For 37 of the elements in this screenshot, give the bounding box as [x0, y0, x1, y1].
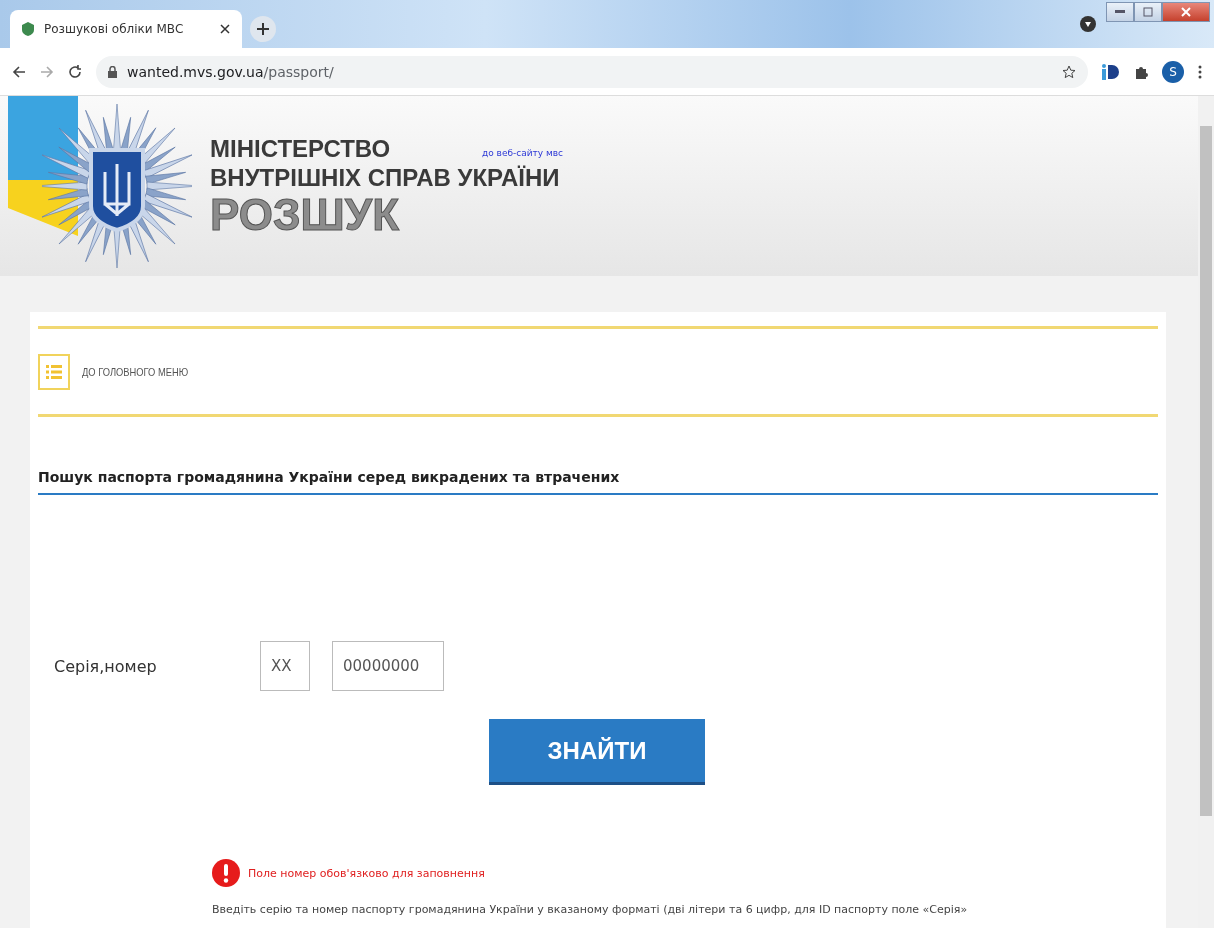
extension-icon[interactable]	[1102, 63, 1120, 80]
plus-icon	[257, 23, 269, 35]
puzzle-icon[interactable]	[1134, 64, 1148, 79]
back-icon[interactable]	[12, 64, 26, 79]
series-input[interactable]: XX	[260, 641, 310, 691]
profile-avatar[interactable]: S	[1162, 60, 1184, 83]
minimize-icon	[1115, 10, 1125, 14]
minimize-button[interactable]	[1106, 2, 1134, 22]
hint-text: Введіть серію та номер паспорту громадянина України у вказаному форматі (дві літери та 6 цифр, для ID паспорту поле «Серія»	[212, 903, 969, 916]
address-bar[interactable]: wanted.mvs.gov.ua/passport/	[96, 55, 1088, 88]
close-icon	[1181, 7, 1191, 17]
find-button[interactable]: ЗНАЙТИ	[489, 719, 705, 785]
ministry-title: ВНУТРІШНІХ СПРАВ УКРАЇНИ	[210, 164, 560, 193]
tab-title: Розшукові обліки МВС	[44, 22, 185, 36]
series-number-label: Серія,номер	[54, 656, 158, 676]
menu-icon[interactable]	[1198, 64, 1202, 79]
browser-tab[interactable]: Розшукові обліки МВС	[10, 10, 242, 48]
close-button[interactable]	[1162, 2, 1210, 22]
new-tab-button[interactable]	[250, 16, 276, 42]
website-link[interactable]: до веб-сайту мвс	[482, 148, 563, 158]
reload-icon[interactable]	[68, 64, 82, 79]
error-message: Поле номер обов'язково для заповнення	[248, 866, 485, 880]
star-icon[interactable]	[1062, 64, 1076, 79]
lock-icon	[108, 65, 117, 78]
number-input[interactable]: 00000000	[332, 641, 444, 691]
site-favicon	[22, 22, 34, 36]
search-logo-text: РОЗШУК	[210, 192, 399, 237]
close-icon[interactable]	[220, 24, 230, 34]
maximize-button[interactable]	[1134, 2, 1162, 22]
police-star-emblem-icon	[42, 101, 192, 271]
main-menu-link[interactable]: ДО ГОЛОВНОГО МЕНЮ	[82, 365, 189, 378]
scrollbar[interactable]	[1198, 96, 1214, 928]
maximize-icon	[1143, 7, 1153, 17]
ministry-title: МІНІСТЕРСТВО	[210, 135, 391, 164]
url-text: wanted.mvs.gov.ua/passport/	[127, 63, 334, 80]
search-heading: Пошук паспорта громадянина України серед викрадених та втрачених	[38, 469, 1158, 495]
error-icon	[212, 859, 240, 887]
